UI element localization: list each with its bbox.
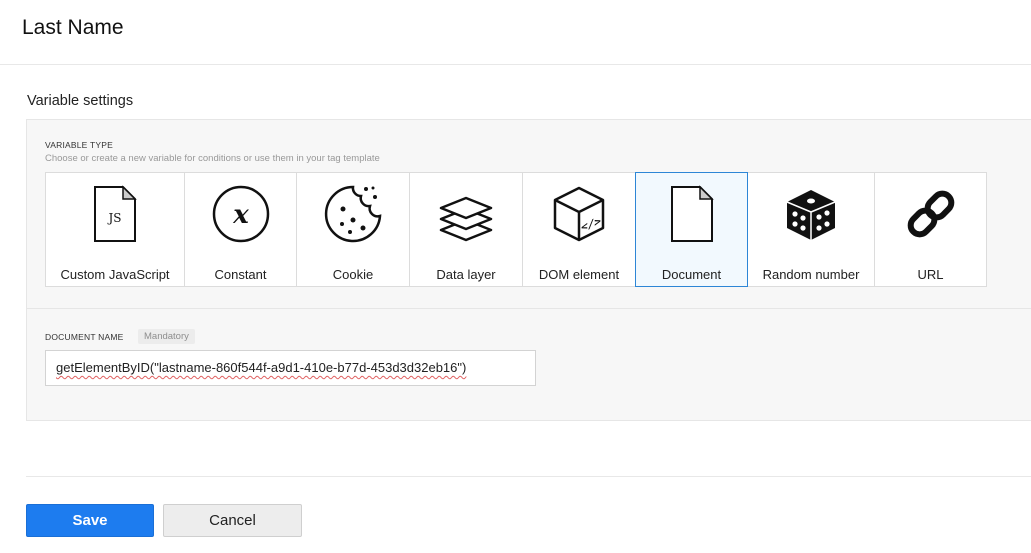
type-card-custom-javascript[interactable]: JS Custom JavaScript (45, 172, 185, 287)
type-card-data-layer[interactable]: Data layer (409, 172, 523, 287)
type-card-label: DOM element (538, 267, 620, 282)
variable-settings-panel: VARIABLE TYPE Choose or create a new var… (26, 119, 1031, 421)
panel-divider (27, 308, 1031, 309)
document-name-input[interactable]: getElementByID("lastname-860f544f-a9d1-4… (45, 350, 536, 386)
type-card-random-number[interactable]: Random number (747, 172, 875, 287)
header-divider (0, 64, 1031, 65)
type-card-label: Cookie (332, 267, 374, 282)
variable-type-label: VARIABLE TYPE (45, 140, 113, 150)
mandatory-badge: Mandatory (138, 329, 195, 344)
section-title: Variable settings (27, 93, 134, 109)
constant-x-icon: x (210, 183, 272, 245)
type-card-label: Custom JavaScript (60, 267, 170, 282)
variable-type-help: Choose or create a new variable for cond… (45, 153, 380, 164)
js-file-icon: JS (84, 183, 146, 245)
type-card-label: URL (917, 267, 944, 282)
footer-divider (26, 476, 1031, 477)
type-card-dom-element[interactable]: </> DOM element (522, 172, 636, 287)
cookie-icon (322, 183, 384, 245)
link-icon (900, 183, 962, 245)
svg-text:JS: JS (106, 211, 121, 225)
document-name-label: DOCUMENT NAME (45, 332, 124, 342)
type-card-label: Random number (762, 267, 860, 282)
page-title: Last Name (22, 16, 124, 39)
type-card-label: Data layer (436, 267, 496, 282)
type-card-label: Document (661, 267, 722, 282)
save-button[interactable]: Save (26, 504, 154, 537)
layers-icon (435, 183, 497, 245)
type-card-url[interactable]: URL (874, 172, 987, 287)
type-card-label: Constant (214, 267, 267, 282)
variable-type-grid: JS Custom JavaScript x Constant Cookie D… (45, 172, 987, 289)
document-icon (661, 183, 723, 245)
dom-cube-icon: </> (548, 183, 610, 245)
type-card-cookie[interactable]: Cookie (296, 172, 410, 287)
type-card-constant[interactable]: x Constant (184, 172, 297, 287)
cancel-button[interactable]: Cancel (163, 504, 302, 537)
svg-text:x: x (232, 200, 249, 230)
dice-icon (780, 183, 842, 245)
type-card-document[interactable]: Document (635, 172, 748, 287)
